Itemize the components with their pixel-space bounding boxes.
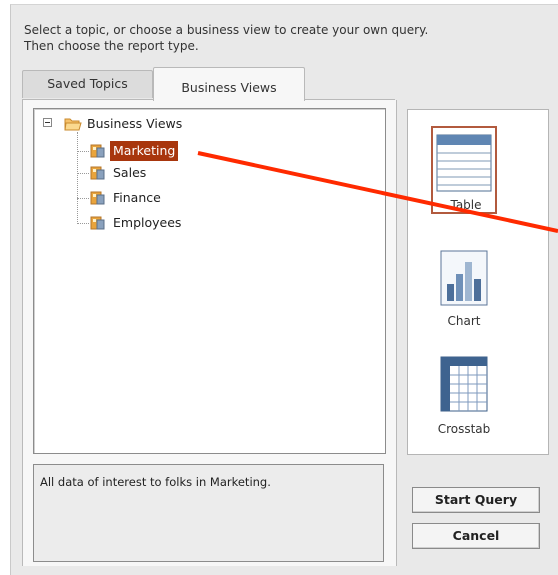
tab-business-views[interactable]: Business Views [153, 67, 305, 101]
tree-connector [77, 223, 89, 224]
business-views-tree [33, 108, 386, 454]
tree-item-label: Marketing [110, 141, 179, 161]
business-view-icon [90, 190, 106, 206]
collapse-toggle-icon[interactable] [43, 118, 52, 127]
report-type-table[interactable]: Table [431, 126, 497, 214]
crosstab-icon [440, 356, 488, 412]
business-view-icon [90, 165, 106, 181]
bar-chart-icon [440, 250, 488, 306]
folder-open-icon [64, 116, 82, 132]
tree-item-sales[interactable]: Sales [90, 163, 149, 183]
table-frame: Table [431, 126, 497, 214]
table-icon [436, 134, 492, 192]
tree-connector [77, 198, 89, 199]
tree-item-label: Employees [113, 215, 182, 230]
report-type-label: Crosstab [437, 422, 491, 436]
tab-saved-topics[interactable]: Saved Topics [22, 70, 153, 98]
start-query-button[interactable]: Start Query [412, 487, 540, 513]
tree-item-employees[interactable]: Employees [90, 213, 184, 233]
description-box: All data of interest to folks in Marketi… [33, 464, 384, 562]
tree-item-label: Sales [113, 165, 147, 180]
tree-connector [77, 151, 89, 152]
tree-connector [77, 173, 89, 174]
instructions-line-2: Then choose the report type. [24, 39, 199, 53]
report-type-chart[interactable]: Chart [431, 248, 497, 336]
cancel-button[interactable]: Cancel [412, 523, 540, 549]
tree-root-business-views[interactable]: Business Views [64, 114, 185, 134]
report-type-label: Table [450, 198, 482, 212]
instructions-text: Select a topic, or choose a business vie… [24, 22, 544, 54]
tree-root-label: Business Views [87, 116, 183, 131]
description-text: All data of interest to folks in Marketi… [40, 475, 271, 489]
instructions-line-1: Select a topic, or choose a business vie… [24, 23, 429, 37]
tree-connector [77, 132, 78, 224]
report-type-crosstab[interactable]: Crosstab [431, 356, 497, 444]
tree-item-finance[interactable]: Finance [90, 188, 164, 208]
business-view-icon [90, 143, 106, 159]
tree-item-label: Finance [113, 190, 161, 205]
report-type-label: Chart [447, 314, 481, 328]
business-view-icon [90, 215, 106, 231]
tree-item-marketing[interactable]: Marketing [90, 141, 179, 161]
